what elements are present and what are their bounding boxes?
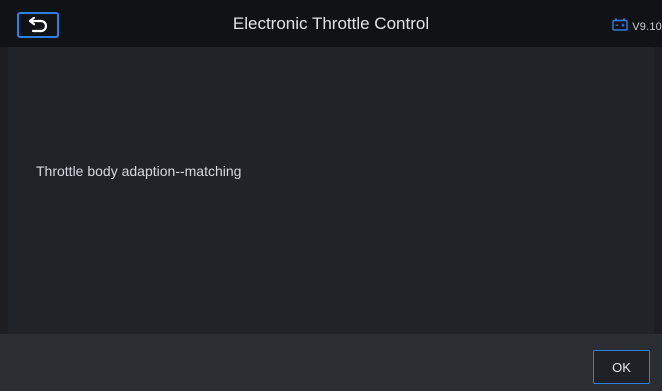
- back-button[interactable]: [17, 12, 59, 38]
- back-arrow-icon: [26, 17, 50, 33]
- main-content: Throttle body adaption--matching: [8, 47, 654, 334]
- bottom-bar: OK: [0, 334, 662, 391]
- version-indicator: V9.10: [612, 18, 662, 36]
- status-message: Throttle body adaption--matching: [36, 163, 242, 179]
- ok-button[interactable]: OK: [593, 350, 650, 384]
- top-bar: Electronic Throttle Control V9.10: [0, 0, 662, 47]
- battery-icon: [612, 18, 628, 36]
- page-title: Electronic Throttle Control: [232, 14, 430, 33]
- version-label: V9.10: [632, 21, 662, 33]
